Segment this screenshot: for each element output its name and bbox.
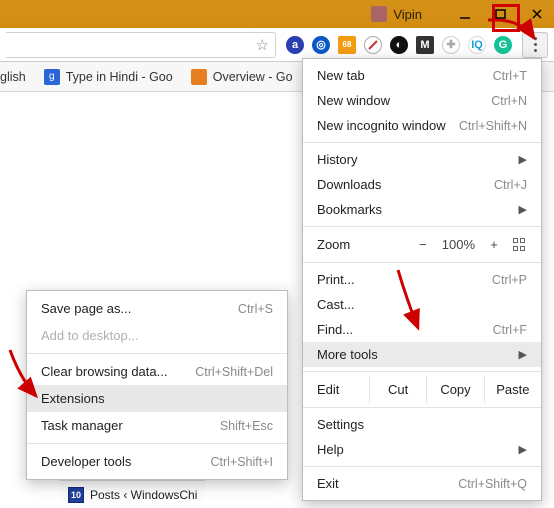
extension-icons-row: a ◎ 68 ◐ M ✚ IQ G: [284, 36, 514, 54]
omnibox[interactable]: ☆: [6, 32, 276, 58]
window-titlebar: Vipin: [0, 0, 554, 28]
rss-extension-icon[interactable]: 68: [338, 36, 356, 54]
extension-icon[interactable]: IQ: [468, 36, 486, 54]
profile-avatar: [371, 6, 387, 22]
fullscreen-icon[interactable]: [513, 238, 527, 252]
bookmark-star-icon[interactable]: ☆: [256, 36, 269, 54]
window-maximize-button[interactable]: [490, 4, 512, 24]
zoom-value: 100%: [442, 237, 475, 252]
menu-item-print[interactable]: Print...Ctrl+P: [303, 267, 541, 292]
menu-item-settings[interactable]: Settings: [303, 412, 541, 437]
window-close-button[interactable]: [526, 4, 548, 24]
menu-cut-button[interactable]: Cut: [369, 376, 426, 403]
chrome-profile-button[interactable]: Vipin: [371, 6, 422, 22]
window-minimize-button[interactable]: [454, 4, 476, 24]
menu-edit-row: Edit Cut Copy Paste: [303, 376, 541, 403]
menu-item-new-window[interactable]: New windowCtrl+N: [303, 88, 541, 113]
chevron-right-icon: ▶: [519, 348, 527, 361]
extension-icon[interactable]: ◐: [390, 36, 408, 54]
grammarly-extension-icon[interactable]: G: [494, 36, 512, 54]
menu-item-downloads[interactable]: DownloadsCtrl+J: [303, 172, 541, 197]
google-favicon: g: [44, 69, 60, 85]
chevron-right-icon: ▶: [519, 203, 527, 216]
menu-item-more-tools[interactable]: More tools▶: [303, 342, 541, 367]
extension-icon[interactable]: ◎: [312, 36, 330, 54]
taskbar-item[interactable]: 10 Posts ‹ WindowsChi: [60, 480, 205, 508]
menu-item-exit[interactable]: ExitCtrl+Shift+Q: [303, 471, 541, 496]
menu-copy-button[interactable]: Copy: [426, 376, 483, 403]
submenu-extensions[interactable]: Extensions: [27, 385, 287, 412]
zoom-label: Zoom: [317, 237, 350, 252]
favicon: [191, 69, 207, 85]
chrome-menu-button[interactable]: [522, 32, 548, 58]
menu-item-cast[interactable]: Cast...: [303, 292, 541, 317]
zoom-out-button[interactable]: −: [416, 237, 430, 252]
more-tools-submenu: Save page as...Ctrl+S Add to desktop... …: [26, 290, 288, 480]
submenu-task-manager[interactable]: Task managerShift+Esc: [27, 412, 287, 439]
chevron-right-icon: ▶: [519, 153, 527, 166]
extension-icon[interactable]: a: [286, 36, 304, 54]
submenu-developer-tools[interactable]: Developer toolsCtrl+Shift+I: [27, 448, 287, 475]
menu-item-find[interactable]: Find...Ctrl+F: [303, 317, 541, 342]
bookmark-item[interactable]: glish: [0, 70, 26, 84]
menu-item-new-tab[interactable]: New tabCtrl+T: [303, 63, 541, 88]
extension-icon[interactable]: ✚: [442, 36, 460, 54]
chevron-right-icon: ▶: [519, 443, 527, 456]
extension-icon[interactable]: [364, 36, 382, 54]
bookmark-item[interactable]: Overview - Go: [191, 69, 293, 85]
menu-item-history[interactable]: History▶: [303, 147, 541, 172]
submenu-save-page[interactable]: Save page as...Ctrl+S: [27, 295, 287, 322]
submenu-add-to-desktop: Add to desktop...: [27, 322, 287, 349]
wordpress-favicon: 10: [68, 487, 84, 503]
menu-item-bookmarks[interactable]: Bookmarks▶: [303, 197, 541, 222]
bookmark-label: glish: [0, 70, 26, 84]
bookmark-label: Overview - Go: [213, 70, 293, 84]
bookmark-label: Type in Hindi - Goo: [66, 70, 173, 84]
zoom-in-button[interactable]: +: [487, 237, 501, 252]
profile-name: Vipin: [393, 7, 422, 22]
bookmark-item[interactable]: g Type in Hindi - Goo: [44, 69, 173, 85]
menu-item-new-incognito[interactable]: New incognito windowCtrl+Shift+N: [303, 113, 541, 138]
extension-icon[interactable]: M: [416, 36, 434, 54]
chrome-main-menu: New tabCtrl+T New windowCtrl+N New incog…: [302, 58, 542, 501]
edit-label: Edit: [303, 376, 369, 403]
submenu-clear-browsing-data[interactable]: Clear browsing data...Ctrl+Shift+Del: [27, 358, 287, 385]
menu-paste-button[interactable]: Paste: [484, 376, 541, 403]
menu-item-zoom: Zoom − 100% +: [303, 231, 541, 258]
taskbar-item-label: Posts ‹ WindowsChi: [90, 488, 197, 502]
browser-toolbar: ☆ a ◎ 68 ◐ M ✚ IQ G: [0, 28, 554, 62]
menu-item-help[interactable]: Help▶: [303, 437, 541, 462]
